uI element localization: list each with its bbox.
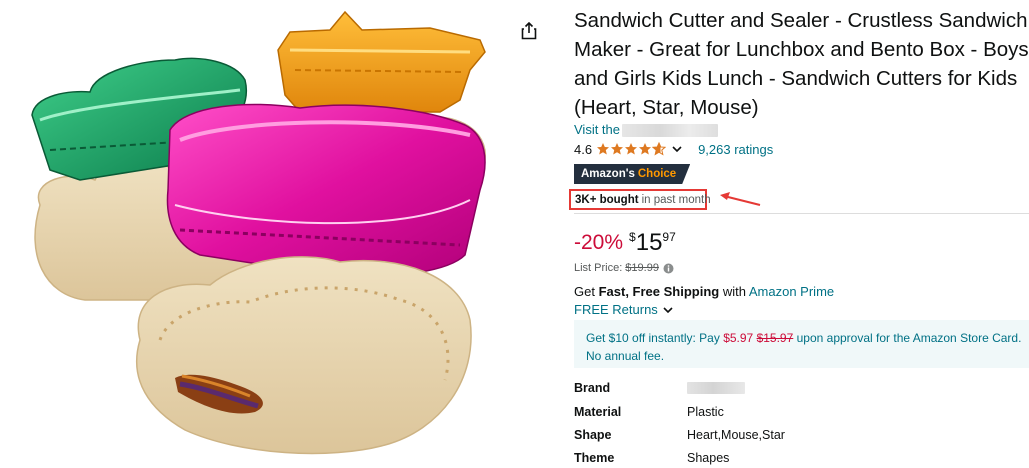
- shipping-get: Get: [574, 284, 595, 299]
- product-page: Sandwich Cutter and Sealer - Crustless S…: [0, 0, 1029, 468]
- spec-key: Theme: [574, 451, 615, 465]
- bought-period: in past month: [641, 193, 711, 206]
- store-link-text: Visit the: [574, 122, 621, 137]
- amazons-choice-badge[interactable]: Amazon's Choice: [574, 164, 690, 184]
- promo-line-a: Get $10 off instantly: Pay: [586, 331, 720, 345]
- share-icon: [521, 22, 537, 40]
- sandwich-cutters-illustration: [31, 10, 486, 455]
- spec-row-material: Material Plastic: [574, 402, 1029, 422]
- star-icon: [597, 143, 610, 155]
- product-image[interactable]: [0, 0, 510, 468]
- price-block: -20% $ 15 97: [574, 226, 676, 260]
- shipping-info: Get Fast, Free Shipping with Amazon Prim…: [574, 283, 834, 301]
- annotation-arrow-icon: [720, 192, 761, 206]
- ratings-count-link[interactable]: 9,263 ratings: [698, 142, 773, 157]
- list-price-label: List Price:: [574, 262, 623, 274]
- price-fraction: 97: [662, 230, 676, 244]
- spec-value: Plastic: [687, 405, 724, 419]
- amazon-prime-link[interactable]: Amazon Prime: [749, 284, 834, 299]
- bought-in-past-month: 3K+ bought in past month: [569, 189, 711, 210]
- star-icon: [639, 143, 652, 155]
- promo-pay-price: $5.97: [723, 331, 754, 345]
- promo-line-c: No annual fee.: [586, 349, 665, 363]
- star-half-icon: [652, 142, 667, 156]
- product-title: Sandwich Cutter and Sealer - Crustless S…: [574, 9, 1029, 119]
- product-info: Sandwich Cutter and Sealer - Crustless S…: [569, 0, 1029, 468]
- spec-key: Brand: [574, 381, 611, 395]
- rating-value: 4.6: [574, 141, 593, 157]
- promo-old-price: $15.97: [756, 331, 794, 345]
- free-returns-label: FREE Returns: [574, 302, 658, 317]
- store-name-redacted: [622, 123, 719, 137]
- share-button[interactable]: [517, 19, 541, 43]
- info-icon: [663, 263, 674, 273]
- discount-percent: -20%: [574, 231, 624, 254]
- spec-row-theme: Theme Shapes: [574, 448, 1029, 468]
- star-icon: [625, 143, 638, 155]
- spec-row-shape: Shape Heart,Mouse,Star: [574, 425, 1029, 445]
- price-symbol: $: [629, 230, 636, 244]
- badge-accent-label: Choice: [637, 168, 677, 180]
- divider: [574, 213, 1029, 214]
- shipping-with: with: [722, 284, 746, 299]
- star-rating[interactable]: [596, 142, 667, 156]
- rating-row: 4.6 9,263 ratings: [574, 140, 773, 158]
- rating-dropdown[interactable]: [670, 142, 684, 156]
- spec-key: Shape: [574, 428, 612, 442]
- store-card-promo[interactable]: Get $10 off instantly: Pay $5.97 $15.97 …: [574, 320, 1029, 368]
- badge-label: Amazon's: [581, 168, 635, 180]
- bought-count: 3K+ bought: [575, 193, 639, 206]
- price-whole: 15: [635, 229, 663, 256]
- promo-text: Get $10 off instantly: Pay $5.97 $15.97 …: [586, 329, 1026, 365]
- star-icon: [611, 143, 624, 155]
- shipping-fast-free: Fast, Free Shipping: [598, 284, 720, 299]
- spec-value: Heart,Mouse,Star: [687, 428, 785, 442]
- chevron-down-icon: [663, 306, 673, 313]
- brand-value-redacted: [687, 382, 745, 394]
- spec-row-brand: Brand: [574, 378, 1029, 398]
- chevron-down-icon: [672, 145, 682, 152]
- list-price: List Price: $19.99: [574, 260, 674, 276]
- info-button[interactable]: [663, 263, 674, 274]
- list-price-value: $19.99: [625, 262, 659, 274]
- spec-key: Material: [574, 405, 622, 419]
- free-returns-dropdown[interactable]: FREE Returns: [574, 301, 675, 319]
- spec-value: Shapes: [687, 451, 730, 465]
- promo-line-b[interactable]: upon approval for the Amazon Store Card.: [797, 331, 1022, 345]
- store-link[interactable]: Visit the: [574, 122, 719, 138]
